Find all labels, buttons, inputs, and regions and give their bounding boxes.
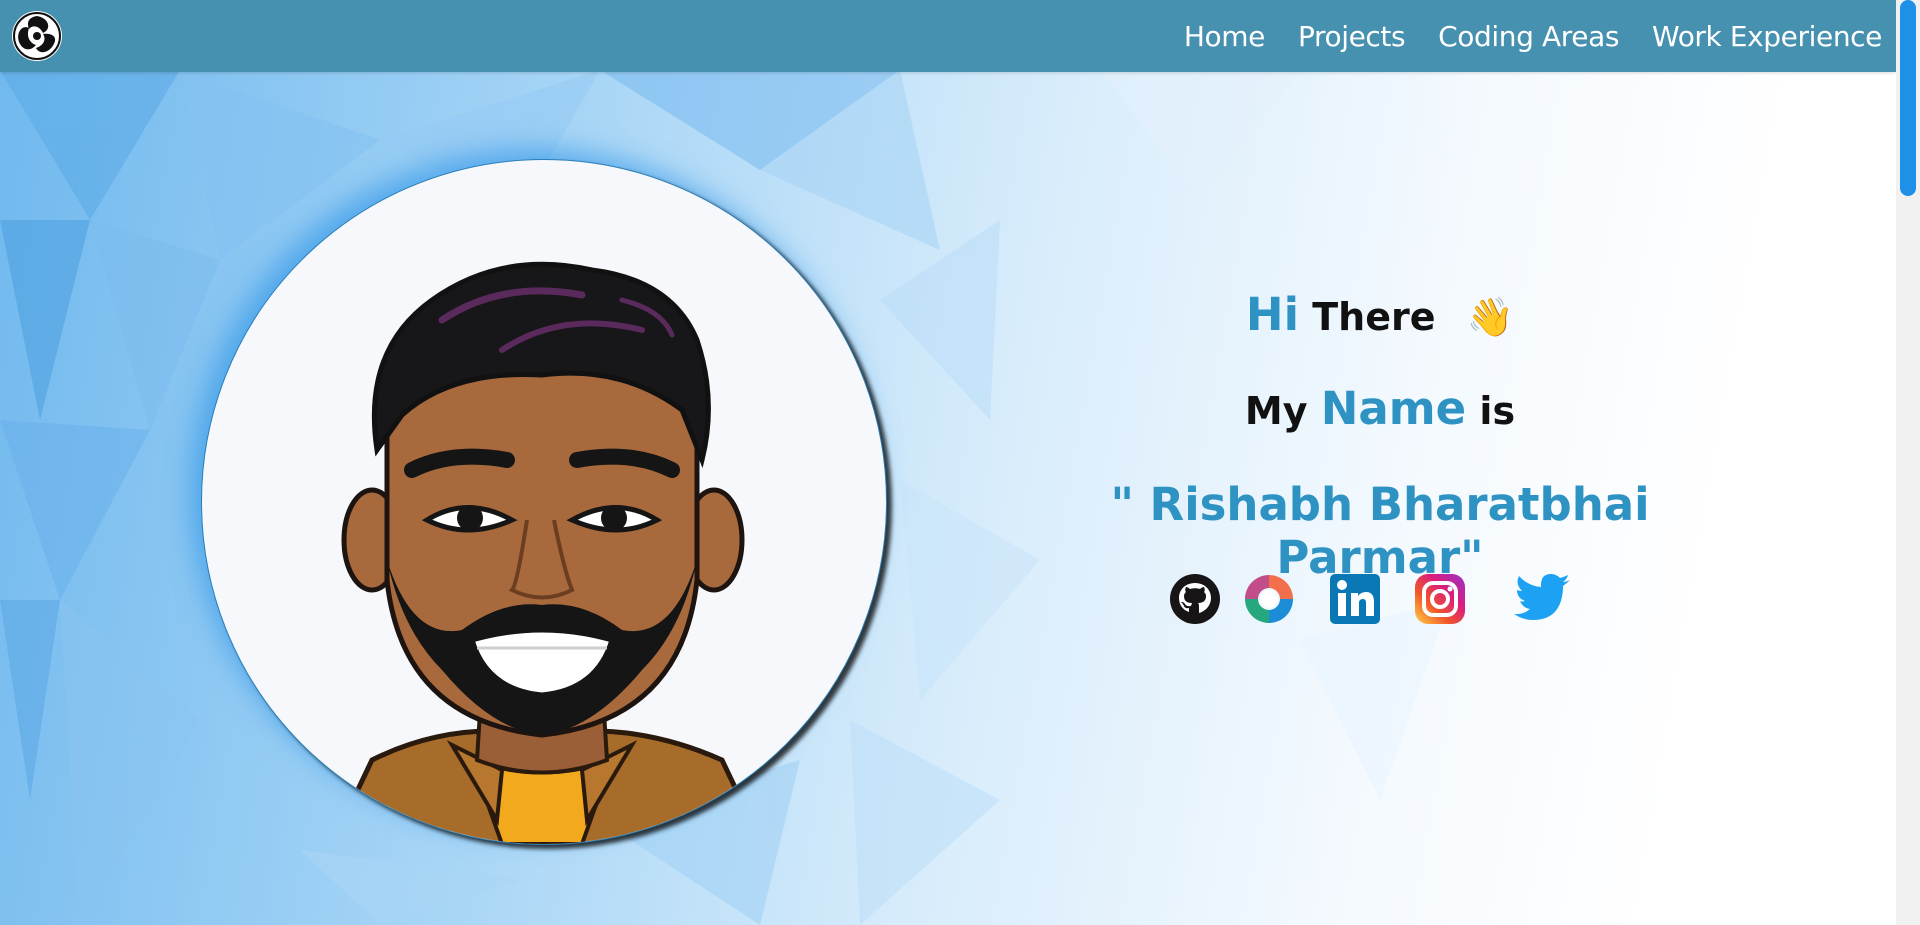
nav-coding-areas-link[interactable]: Coding Areas [1438, 20, 1619, 53]
full-name: " Rishabh Bharatbhai Parmar" [1110, 478, 1650, 584]
name-intro-name: Name [1320, 382, 1467, 435]
linkedin-icon[interactable] [1328, 572, 1382, 626]
name-intro-my: My [1244, 389, 1308, 433]
nav-home-link[interactable]: Home [1184, 20, 1265, 53]
scrollbar-thumb[interactable] [1900, 0, 1916, 196]
nav-projects-link[interactable]: Projects [1298, 20, 1406, 53]
top-navbar: Home Projects Coding Areas Work Experien… [0, 0, 1896, 72]
name-intro-line: My Name is [1000, 382, 1760, 435]
nav-work-experience-link[interactable]: Work Experience [1652, 20, 1882, 53]
profile-avatar [201, 159, 887, 845]
sololearn-icon[interactable] [1242, 572, 1296, 626]
twitter-icon[interactable] [1513, 572, 1573, 626]
greeting-there: There [1312, 295, 1436, 339]
nav-links: Home Projects Coding Areas Work Experien… [1151, 0, 1883, 72]
greeting-line: Hi There 👋 [1000, 288, 1760, 341]
name-intro-is: is [1479, 389, 1516, 433]
greeting-hi: Hi [1245, 288, 1300, 341]
page-scrollbar[interactable] [1896, 0, 1920, 925]
instagram-icon[interactable] [1413, 572, 1467, 626]
swirl-logo-icon[interactable] [12, 11, 62, 61]
github-icon[interactable] [1168, 572, 1222, 626]
wave-icon: 👋 [1466, 295, 1515, 339]
